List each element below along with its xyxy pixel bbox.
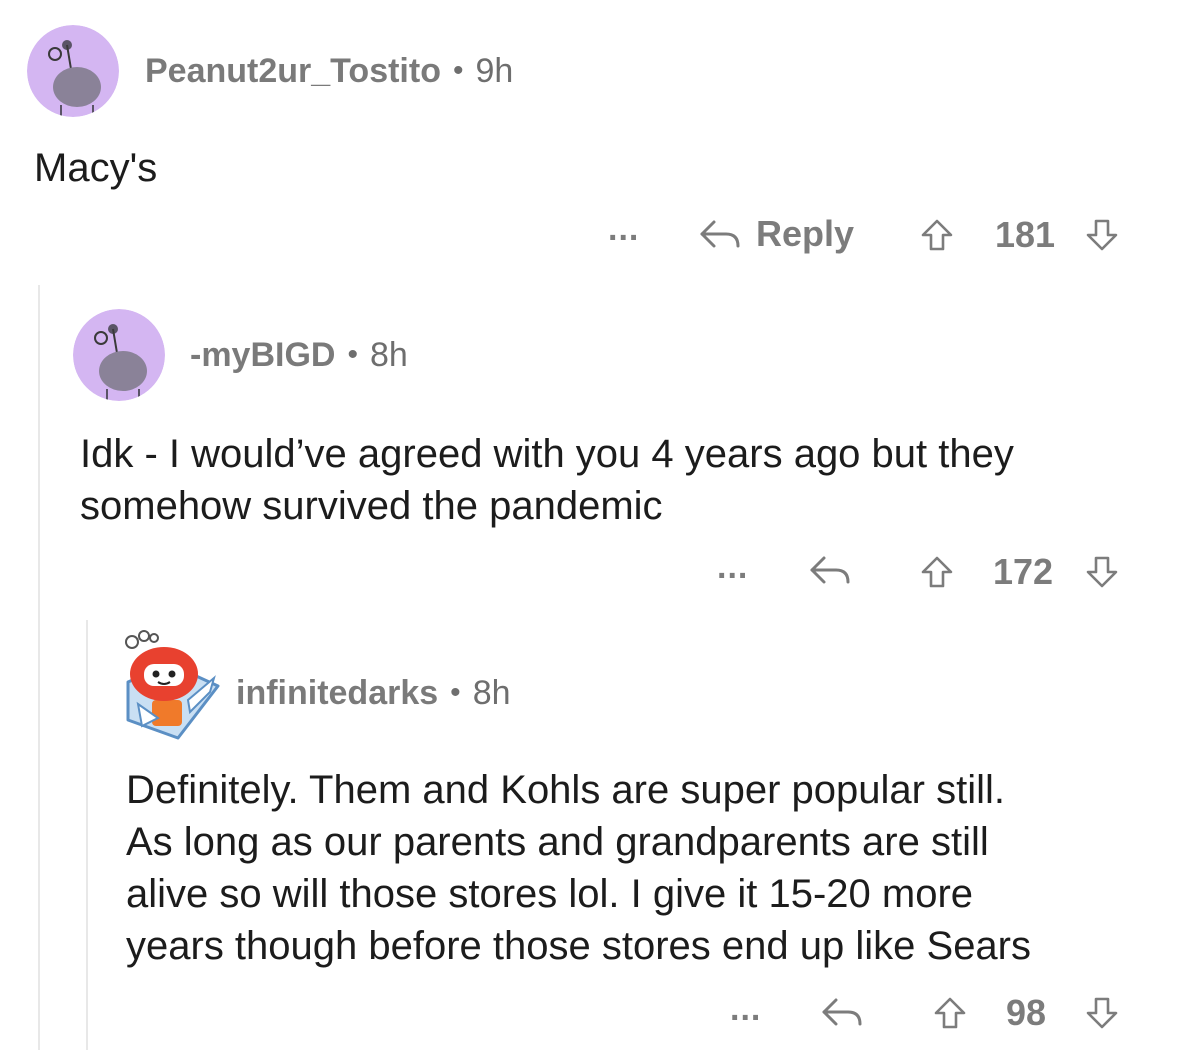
comment-meta: -myBIGD • 8h <box>190 334 408 376</box>
comment-line: years though before those stores end up … <box>126 924 1031 968</box>
comment-age: 9h <box>475 51 514 90</box>
upvote-arrow-icon[interactable] <box>920 218 954 252</box>
separator-dot: • <box>450 676 461 709</box>
more-options-button[interactable]: ... <box>730 990 761 1029</box>
reply-arrow-icon[interactable] <box>820 994 864 1030</box>
upvote-arrow-icon[interactable] <box>920 555 954 589</box>
more-options-button[interactable]: ... <box>608 210 639 249</box>
reply-arrow-icon <box>700 220 740 248</box>
username[interactable]: infinitedarks <box>236 674 438 713</box>
snoo-avatar-icon[interactable] <box>27 25 119 117</box>
vote-score: 181 <box>995 214 1056 255</box>
comment-meta: Peanut2ur_Tostito • 9h <box>145 50 513 92</box>
comment-body: Macy's <box>34 146 158 190</box>
snoo-avatar-icon[interactable] <box>118 630 222 740</box>
downvote-arrow-icon[interactable] <box>1085 218 1119 252</box>
reply-button[interactable]: Reply <box>698 212 854 256</box>
comment-line: alive so will those stores lol. I give i… <box>126 872 974 916</box>
username[interactable]: Peanut2ur_Tostito <box>145 52 441 91</box>
separator-dot: • <box>452 54 464 87</box>
reply-arrow-icon[interactable] <box>808 552 852 588</box>
snoo-avatar-icon[interactable] <box>73 309 165 401</box>
comment-meta: infinitedarks • 8h <box>236 672 511 714</box>
comment-line: Idk - I would’ve agreed with you 4 years… <box>80 432 1014 476</box>
reply-label: Reply <box>756 213 855 254</box>
separator-dot: • <box>347 338 358 371</box>
upvote-arrow-icon[interactable] <box>933 996 967 1030</box>
comment-body: Definitely. Them and Kohls are super pop… <box>126 764 1031 972</box>
more-options-button[interactable]: ... <box>717 548 748 587</box>
thread-line-level-2[interactable] <box>86 620 88 1050</box>
comment-line: somehow survived the pandemic <box>80 484 663 528</box>
comment-body: Idk - I would’ve agreed with you 4 years… <box>80 428 1014 532</box>
comment-age: 8h <box>369 335 408 374</box>
downvote-arrow-icon[interactable] <box>1085 555 1119 589</box>
downvote-arrow-icon[interactable] <box>1085 996 1119 1030</box>
vote-score: 172 <box>993 551 1054 592</box>
comment-line: As long as our parents and grandparents … <box>126 820 989 864</box>
comment-age: 8h <box>472 673 511 712</box>
thread-line-level-1[interactable] <box>38 285 40 1050</box>
comment-line: Definitely. Them and Kohls are super pop… <box>126 768 1005 812</box>
username[interactable]: -myBIGD <box>190 336 335 375</box>
vote-score: 98 <box>1006 992 1047 1033</box>
